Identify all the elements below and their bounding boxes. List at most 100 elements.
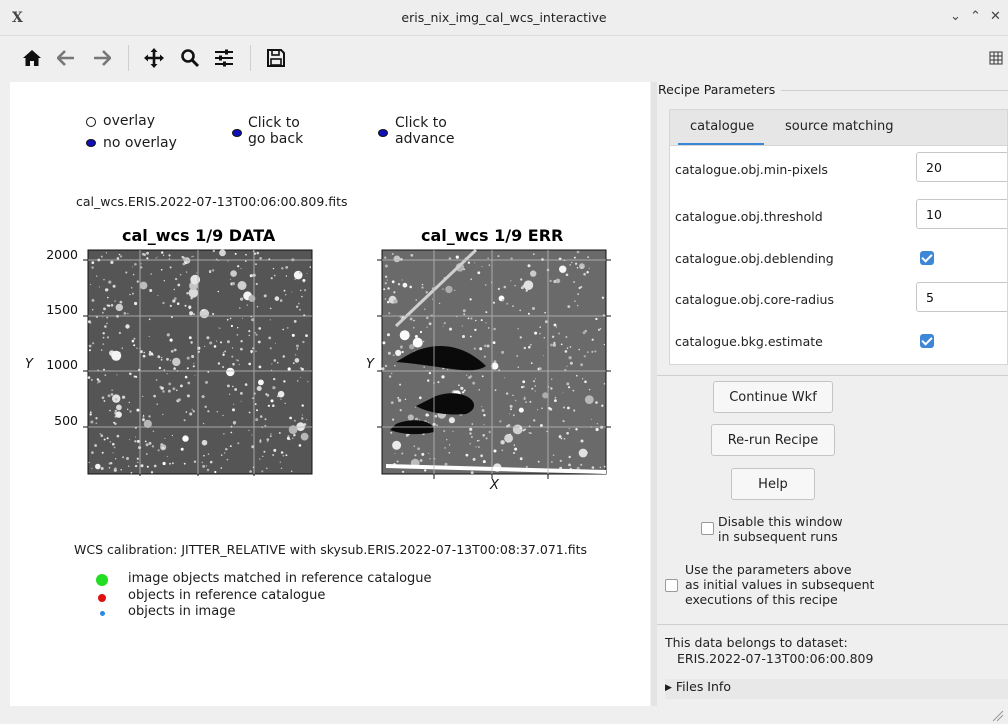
forward-arrow-icon[interactable] [90, 45, 114, 71]
star-speck [129, 293, 131, 296]
star-speck [190, 297, 193, 300]
advance-label[interactable]: Click to advance [395, 115, 455, 147]
star-speck [549, 279, 552, 283]
star-speck [282, 328, 285, 331]
star-speck [588, 267, 590, 269]
min-pixels-input[interactable]: 20 [916, 152, 1007, 182]
no-overlay-marker[interactable] [86, 139, 96, 147]
data-image[interactable] [80, 246, 316, 476]
star-speck [426, 326, 428, 328]
param-label: catalogue.obj.deblending [675, 251, 834, 266]
star-speck [116, 257, 120, 260]
star-speck [261, 470, 264, 473]
disable-window-label[interactable]: Disable this window in subsequent runs [718, 514, 843, 544]
disable-window-checkbox[interactable] [701, 522, 714, 535]
pan-icon[interactable] [142, 45, 166, 71]
go-back-label[interactable]: Click to go back [248, 115, 303, 147]
threshold-input[interactable]: 10 [916, 199, 1007, 229]
star-speck [179, 273, 182, 276]
err-ylabel: Y [366, 357, 374, 372]
overlay-label[interactable]: overlay [103, 113, 155, 129]
star-speck [191, 408, 194, 411]
star-speck [412, 337, 423, 348]
layout-icon[interactable] [984, 45, 1008, 71]
star-speck [576, 304, 579, 307]
star-speck [555, 326, 558, 328]
star-speck [232, 362, 235, 366]
core-radius-input[interactable]: 5 [916, 282, 1007, 312]
star-speck [282, 355, 285, 358]
overlay-marker[interactable] [86, 117, 96, 127]
star-speck [214, 470, 217, 474]
files-info-expander[interactable]: ▶ Files Info [665, 679, 1008, 699]
err-image[interactable] [376, 246, 616, 480]
help-button[interactable]: Help [731, 468, 815, 500]
star-speck [399, 383, 402, 386]
star-speck [231, 282, 235, 286]
rerun-recipe-button[interactable]: Re-run Recipe [711, 424, 835, 456]
resize-grip-icon[interactable] [992, 710, 1004, 722]
deblending-checkbox[interactable] [920, 251, 934, 265]
use-params-label[interactable]: Use the parameters above as initial valu… [685, 562, 874, 607]
save-icon[interactable] [264, 45, 288, 71]
star-speck [104, 325, 107, 328]
plot-canvas[interactable]: overlay no overlay Click to go back Clic… [10, 82, 650, 706]
star-speck [582, 378, 584, 380]
star-speck [298, 271, 301, 274]
star-speck [290, 432, 293, 434]
zoom-icon[interactable] [178, 45, 202, 71]
star-speck [140, 464, 144, 468]
star-speck [480, 319, 483, 322]
star-speck [428, 452, 430, 454]
tab-catalogue[interactable]: catalogue [690, 119, 754, 134]
star-speck [298, 444, 302, 447]
star-speck [102, 311, 104, 314]
home-icon[interactable] [20, 45, 44, 71]
star-speck [550, 387, 553, 390]
star-speck [171, 434, 173, 437]
legend-reference: objects in reference catalogue [128, 588, 326, 603]
star-speck [565, 273, 569, 277]
star-speck [192, 365, 195, 368]
param-list[interactable]: catalogue.obj.min-pixels 20 catalogue.ob… [669, 145, 1008, 365]
close-icon[interactable]: ✕ [990, 9, 1001, 24]
star-speck [414, 335, 418, 338]
star-speck [237, 359, 240, 362]
go-back-marker[interactable] [232, 129, 242, 137]
back-arrow-icon[interactable] [54, 45, 78, 71]
star-speck [95, 463, 101, 470]
maximize-icon[interactable]: ⌃ [970, 9, 981, 24]
star-speck [164, 437, 166, 439]
star-speck [285, 454, 288, 457]
star-speck [133, 337, 136, 340]
use-params-checkbox[interactable] [665, 579, 678, 592]
star-speck [177, 398, 181, 402]
star-speck [529, 432, 532, 435]
configure-subplots-icon[interactable] [212, 45, 236, 71]
star-speck [575, 262, 578, 265]
bkg-estimate-checkbox[interactable] [920, 334, 934, 348]
star-speck [114, 398, 118, 401]
star-speck [299, 308, 301, 311]
minimize-icon[interactable]: ⌄ [950, 9, 961, 24]
star-speck [414, 406, 417, 408]
no-overlay-label[interactable]: no overlay [103, 135, 177, 151]
star-speck [537, 460, 540, 463]
tab-source-matching[interactable]: source matching [785, 119, 894, 134]
star-speck [483, 355, 486, 358]
star-speck [580, 463, 583, 466]
star-speck [301, 367, 304, 371]
star-speck [285, 266, 289, 269]
star-speck [264, 418, 267, 421]
star-speck [105, 252, 107, 254]
advance-marker[interactable] [378, 129, 388, 137]
star-speck [486, 344, 490, 348]
star-speck [399, 330, 410, 341]
star-speck [394, 453, 396, 454]
continue-wkf-button[interactable]: Continue Wkf [713, 381, 833, 413]
star-speck [558, 435, 562, 439]
star-speck [421, 286, 424, 289]
star-speck [158, 366, 162, 370]
star-speck [465, 374, 468, 376]
star-speck [481, 405, 483, 408]
